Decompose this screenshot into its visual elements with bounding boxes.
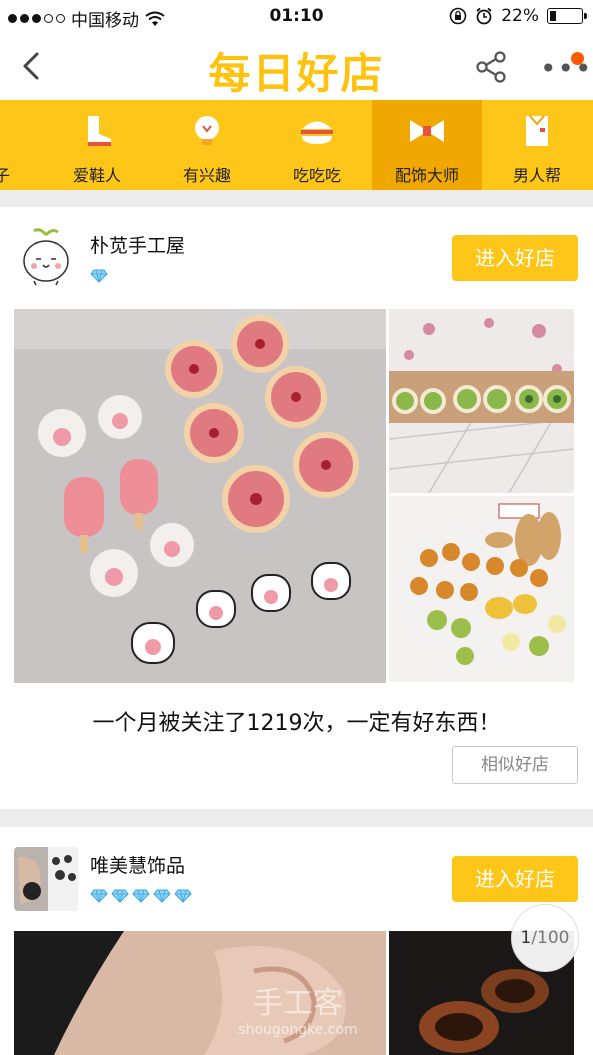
diamond-icon	[111, 889, 129, 903]
shop-rating	[90, 889, 192, 903]
product-photo-fruits[interactable]	[389, 496, 574, 682]
category-label: 子	[0, 166, 10, 185]
status-right: 22%	[449, 6, 587, 26]
page-current: 1	[520, 928, 532, 948]
category-label: 爱鞋人	[72, 166, 121, 185]
diamond-icon	[153, 889, 171, 903]
battery-icon	[547, 8, 587, 24]
shop-rating	[90, 269, 108, 283]
bowtie-icon	[410, 120, 444, 142]
category-label: 配饰大师	[394, 166, 459, 185]
shop-name[interactable]: 唯美慧饰品	[90, 851, 185, 878]
page-total: /100	[531, 928, 570, 948]
avatar-image	[14, 847, 78, 911]
category-tab-partial[interactable]: 子	[0, 100, 10, 190]
screen: 中国移动 01:10 22% 每日好店 ••• 子 爱鞋人 有兴趣 吃吃吃 配饰…	[0, 0, 593, 1055]
category-tab-food[interactable]: 吃吃吃	[262, 100, 372, 190]
category-label: 有兴趣	[182, 166, 231, 185]
category-tab-interest[interactable]: 有兴趣	[152, 100, 262, 190]
battery-fill	[550, 11, 557, 21]
page-indicator: 1/100	[511, 904, 579, 972]
notification-dot	[571, 52, 584, 65]
enter-shop-button[interactable]: 进入好店	[452, 856, 578, 902]
burger-icon	[301, 121, 333, 144]
shop-name[interactable]: 朴苋手工屋	[90, 231, 185, 258]
product-photo-main[interactable]	[14, 309, 386, 683]
donut-photo	[14, 309, 386, 683]
category-tab-men[interactable]: 男人帮	[482, 100, 592, 190]
earring-photo	[389, 309, 574, 493]
alarm-icon	[476, 7, 492, 25]
diamond-icon	[132, 889, 150, 903]
shop-avatar[interactable]	[14, 225, 78, 289]
shop-avatar[interactable]	[14, 847, 78, 911]
shop-tagline: 一个月被关注了1219次，一定有好东西！	[92, 711, 501, 736]
diamond-icon	[90, 269, 108, 283]
fruit-photo	[389, 496, 574, 682]
diamond-icon	[174, 889, 192, 903]
product-photo-earrings[interactable]	[389, 309, 574, 493]
avatar-image	[14, 225, 78, 289]
category-tab-accessories[interactable]: 配饰大师	[372, 100, 482, 190]
lightbulb-icon	[195, 116, 219, 145]
shoe-icon	[88, 116, 111, 146]
battery-percent: 22%	[501, 6, 539, 26]
app-header: 每日好店 •••	[0, 34, 593, 100]
rotation-lock-icon	[449, 7, 467, 25]
category-label: 吃吃吃	[292, 166, 341, 185]
enter-shop-button[interactable]: 进入好店	[452, 235, 578, 281]
watermark: 手工客	[253, 986, 343, 1021]
shirt-icon	[526, 115, 548, 146]
more-icon[interactable]: •••	[540, 55, 593, 83]
category-tab-shoes[interactable]: 爱鞋人	[42, 100, 152, 190]
share-icon[interactable]	[474, 50, 508, 84]
diamond-icon	[90, 889, 108, 903]
status-bar: 中国移动 01:10 22%	[0, 0, 593, 34]
shop-card: 朴苋手工屋 进入好店 一个月被关注了1219次，一定有好东西！ 相似好店	[0, 207, 593, 809]
watermark-url: shougongke.com	[238, 1022, 358, 1038]
similar-shops-button[interactable]: 相似好店	[452, 746, 578, 784]
category-label: 男人帮	[512, 166, 561, 185]
partial-category-icon	[0, 112, 18, 150]
category-bar: 子 爱鞋人 有兴趣 吃吃吃 配饰大师 男人帮	[0, 100, 593, 190]
